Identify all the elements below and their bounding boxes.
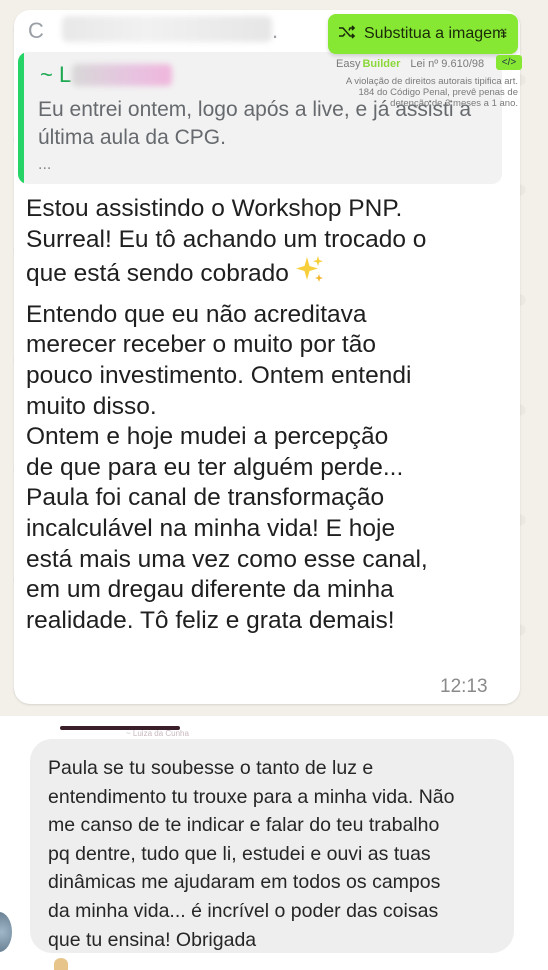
- reaction-icon: [54, 958, 68, 970]
- drag-handle-icon[interactable]: ⠿: [499, 27, 508, 41]
- quote-author-redacted: [72, 64, 172, 86]
- comment-text: Paula se tu soubesse o tanto de luz e en…: [48, 757, 455, 951]
- message-body: Estou assistindo o Workshop PNP. Surreal…: [26, 194, 496, 636]
- sender-name-redacted: [62, 16, 272, 42]
- message-timestamp: 12:13: [440, 676, 488, 697]
- quote-author: ~ L: [40, 62, 72, 87]
- code-icon[interactable]: </>: [496, 55, 522, 70]
- replace-image-button[interactable]: Substitua a imagem ⠿: [328, 14, 518, 54]
- quoted-reply[interactable]: ~ L Eu entrei ontem, logo após a live, e…: [18, 52, 502, 184]
- quote-accent-bar: [18, 52, 24, 184]
- legal-notice: A violação de direitos autorais tipifica…: [345, 76, 518, 109]
- replace-image-label: Substitua a imagem: [364, 25, 506, 42]
- avatar[interactable]: [0, 912, 12, 952]
- message-paragraph-1: Estou assistindo o Workshop PNP. Surreal…: [26, 194, 496, 294]
- second-message-author: ~ Luiza da Cunha: [126, 729, 189, 738]
- shuffle-icon: [338, 24, 356, 45]
- sender-trail: .: [272, 18, 279, 43]
- quote-ellipsis: ...: [38, 156, 52, 173]
- message-paragraph-2: Entendo que eu não acreditava merecer re…: [26, 300, 428, 634]
- builder-credit: Easy Builder Lei nº 9.610/98: [336, 58, 485, 70]
- sender-name: C: [28, 18, 45, 43]
- sparkles-icon: [295, 255, 325, 294]
